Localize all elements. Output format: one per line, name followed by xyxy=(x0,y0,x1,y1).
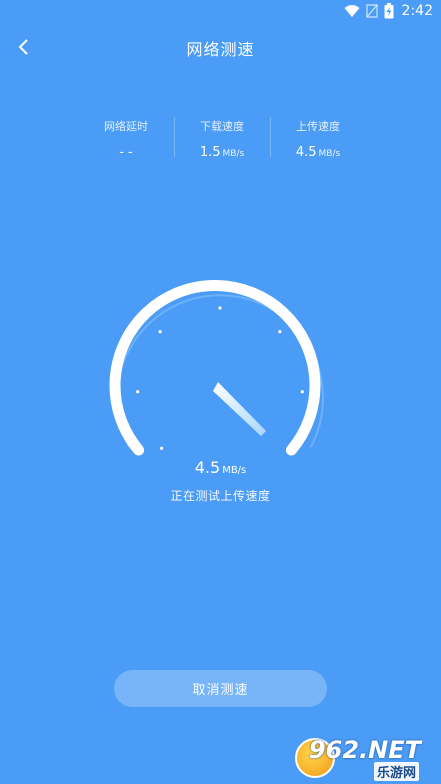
speed-stats: 网络延时 - - 下载速度 1.5 MB/s 上传速度 4.5 MB/s xyxy=(78,114,366,162)
stat-upload: 上传速度 4.5 MB/s xyxy=(270,114,366,162)
stat-download-value: 1.5 MB/s xyxy=(174,145,270,160)
wifi-icon xyxy=(344,5,360,17)
watermark-sub: 乐游网 xyxy=(373,762,419,781)
stat-latency: 网络延时 - - xyxy=(78,114,174,162)
stat-download-unit: MB/s xyxy=(222,149,245,159)
status-bar: 2:42 xyxy=(0,0,441,24)
stat-upload-unit: MB/s xyxy=(318,149,341,159)
header: 网络测速 xyxy=(0,24,441,70)
gauge-readout: 4.5 MB/s xyxy=(0,458,441,477)
gauge-needle xyxy=(213,382,266,436)
gauge-unit: MB/s xyxy=(222,465,247,476)
watermark: 962.NET 乐游网 xyxy=(295,734,435,781)
stat-upload-value: 4.5 MB/s xyxy=(270,145,366,160)
status-icons: 2:42 xyxy=(344,3,433,19)
gauge-ticks xyxy=(136,306,304,450)
stat-latency-number: - - xyxy=(119,145,133,160)
stat-download-number: 1.5 xyxy=(199,145,221,160)
stat-download-label: 下载速度 xyxy=(200,120,244,133)
stat-upload-label: 上传速度 xyxy=(296,120,340,133)
cancel-test-button[interactable]: 取消测速 xyxy=(114,670,327,707)
stat-latency-label: 网络延时 xyxy=(104,120,148,133)
status-time: 2:42 xyxy=(401,3,433,19)
watermark-brand: 962.NET xyxy=(308,736,421,764)
cancel-test-label: 取消测速 xyxy=(192,683,249,698)
speed-gauge xyxy=(109,280,324,456)
gauge-status-text: 正在测试上传速度 xyxy=(170,489,271,503)
stat-download: 下载速度 1.5 MB/s xyxy=(174,114,270,162)
gauge-value: 4.5 xyxy=(194,458,221,477)
stat-latency-value: - - xyxy=(78,145,174,160)
signal-off-icon xyxy=(365,4,378,18)
page-title: 网络测速 xyxy=(186,40,255,59)
battery-charging-icon xyxy=(384,3,394,19)
stat-upload-number: 4.5 xyxy=(295,145,317,160)
gauge-arc xyxy=(109,280,321,456)
